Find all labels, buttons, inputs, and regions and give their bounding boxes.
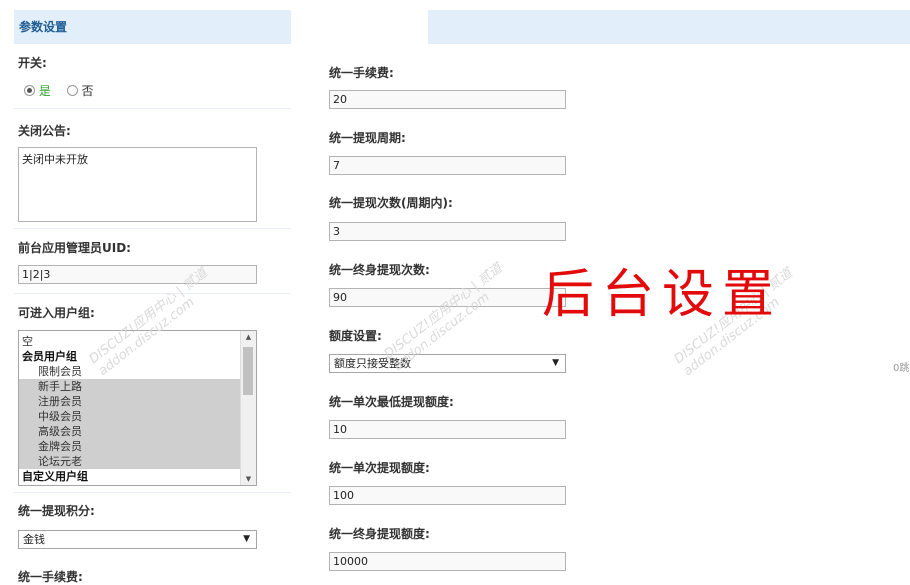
admin-uid-label: 前台应用管理员UID: (18, 241, 131, 255)
count-life-label: 统一终身提现次数: (329, 263, 430, 277)
points-label: 统一提现积分: (18, 504, 95, 518)
chevron-down-icon: ▼ (243, 534, 250, 544)
radio-no[interactable]: 否 (66, 84, 94, 98)
overlay-title: 后台设置 (542, 265, 783, 325)
divider (14, 492, 291, 493)
group-option[interactable]: 自定义用户组 (19, 469, 240, 484)
points-select-value: 金钱 (23, 533, 45, 546)
group-option[interactable]: 注册会员 (19, 394, 240, 409)
points-select[interactable]: 金钱 ▼ (18, 530, 257, 549)
switch-label: 开关: (18, 56, 47, 70)
divider (14, 293, 291, 294)
divider (14, 228, 291, 229)
switch-radio-group: 是 否 (24, 82, 94, 99)
fee-label-left: 统一手续费: (18, 570, 83, 584)
group-option[interactable]: 新手上路 (19, 379, 240, 394)
fee-input[interactable]: 20 (329, 90, 566, 109)
quota-setting-label: 额度设置: (329, 329, 382, 343)
min-single-input[interactable]: 10 (329, 420, 566, 439)
admin-uid-input[interactable]: 1|2|3 (18, 265, 257, 284)
radio-yes[interactable]: 是 (24, 84, 51, 98)
notice-textarea[interactable]: 关闭中未开放 (18, 147, 257, 222)
groups-label: 可进入用户组: (18, 306, 95, 320)
divider (14, 108, 291, 109)
scroll-thumb[interactable] (243, 347, 253, 395)
period-input[interactable]: 7 (329, 156, 566, 175)
life-quota-input[interactable]: 10000 (329, 552, 566, 571)
period-label: 统一提现周期: (329, 131, 406, 145)
min-single-label: 统一单次最低提现额度: (329, 395, 454, 409)
group-option[interactable]: 金牌会员 (19, 439, 240, 454)
radio-no-label: 否 (81, 84, 94, 98)
scroll-up-icon[interactable]: ▲ (241, 333, 256, 341)
groups-scrollbar[interactable]: ▲ ▼ (240, 331, 256, 485)
chevron-down-icon: ▼ (552, 358, 559, 368)
edge-text: 0跳 (893, 363, 910, 374)
settings-header-title: 参数设置 (19, 20, 68, 34)
scroll-down-icon[interactable]: ▼ (241, 475, 256, 483)
single-label: 统一单次提现额度: (329, 461, 430, 475)
group-option[interactable]: 限制会员 (19, 364, 240, 379)
settings-header: 参数设置 (14, 10, 291, 44)
group-option[interactable]: 高级会员 (19, 424, 240, 439)
count-period-label: 统一提现次数(周期内): (329, 196, 453, 210)
quota-setting-select[interactable]: 额度只接受整数 ▼ (329, 354, 566, 373)
radio-yes-label: 是 (38, 84, 51, 98)
notice-label: 关闭公告: (18, 124, 71, 138)
single-input[interactable]: 100 (329, 486, 566, 505)
right-header (428, 10, 910, 44)
radio-no-circle[interactable] (66, 85, 78, 96)
group-option[interactable]: 论坛元老 (19, 454, 240, 469)
fee-label: 统一手续费: (329, 66, 394, 80)
group-option[interactable]: 中级会员 (19, 409, 240, 424)
count-period-input[interactable]: 3 (329, 222, 566, 241)
life-quota-label: 统一终身提现额度: (329, 527, 430, 541)
radio-yes-circle[interactable] (24, 85, 35, 96)
